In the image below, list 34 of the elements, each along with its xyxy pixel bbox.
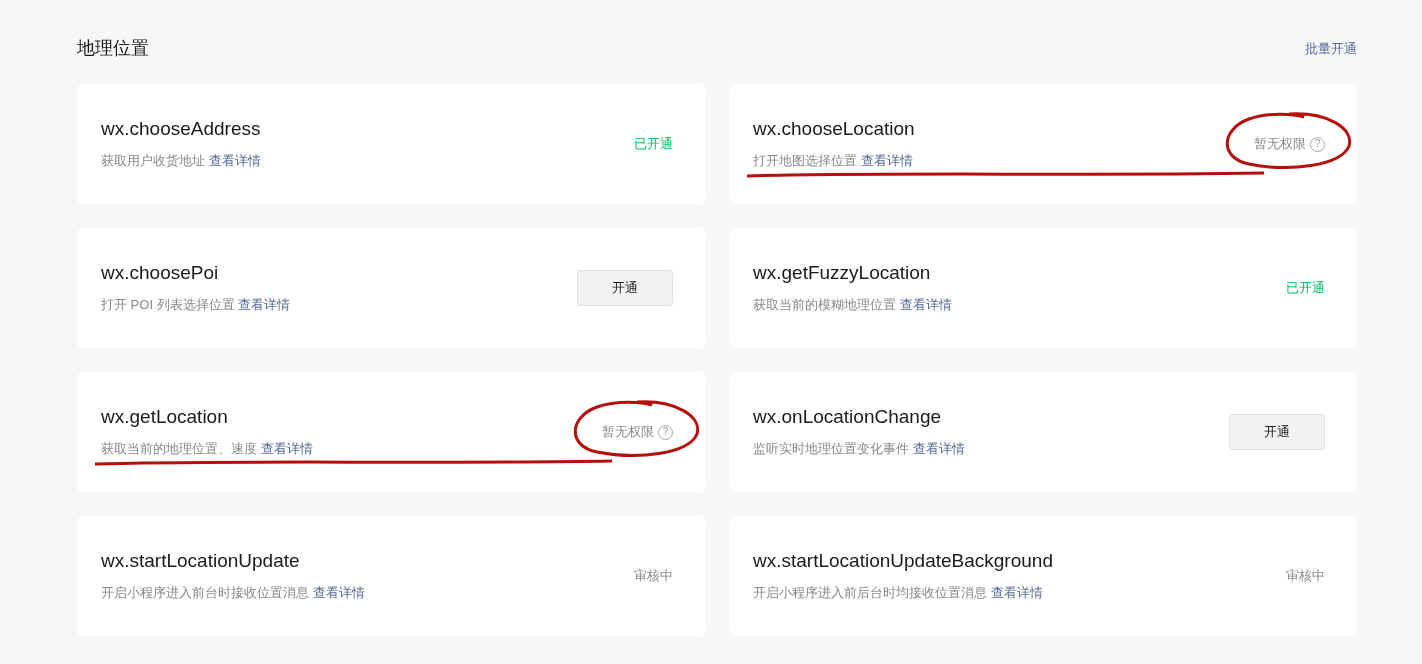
- api-description: 获取用户收货地址 查看详情: [101, 151, 261, 170]
- details-link[interactable]: 查看详情: [990, 584, 1043, 600]
- details-link[interactable]: 查看详情: [899, 296, 952, 312]
- api-name: wx.startLocationUpdateBackground: [753, 549, 1053, 573]
- api-description: 监听实时地理位置变化事件 查看详情: [753, 439, 965, 458]
- api-name: wx.chooseAddress: [101, 117, 261, 141]
- status-reviewing: 审核中: [1286, 567, 1325, 586]
- api-name: wx.startLocationUpdate: [101, 549, 301, 573]
- status-no-permission: 暂无权限: [1254, 135, 1306, 154]
- enable-button[interactable]: 开通: [577, 270, 673, 306]
- details-link[interactable]: 查看详情: [238, 296, 291, 312]
- api-name: wx.getFuzzyLocation: [753, 261, 932, 285]
- api-name: wx.onLocationChange: [753, 405, 943, 429]
- details-link[interactable]: 查看详情: [312, 584, 365, 600]
- enable-button[interactable]: 开通: [1229, 414, 1325, 450]
- api-description: 开启小程序进入前台时接收位置消息 查看详情: [101, 583, 365, 602]
- status-no-permission: 暂无权限: [602, 423, 654, 442]
- details-link[interactable]: 查看详情: [912, 440, 965, 456]
- api-name: wx.chooseLocation: [753, 117, 915, 141]
- status-enabled: 已开通: [1286, 279, 1325, 298]
- api-description: 打开 POI 列表选择位置 查看详情: [101, 295, 291, 314]
- details-link[interactable]: 查看详情: [208, 152, 261, 168]
- api-description: 获取当前的地理位置、速度 查看详情: [101, 439, 313, 458]
- status-reviewing: 审核中: [634, 567, 673, 586]
- api-name: wx.choosePoi: [101, 261, 220, 285]
- details-link[interactable]: 查看详情: [860, 152, 913, 168]
- api-description: 获取当前的模糊地理位置 查看详情: [753, 295, 952, 314]
- api-description: 开启小程序进入前后台时均接收位置消息 查看详情: [753, 583, 1044, 602]
- api-description: 打开地图选择位置 查看详情: [753, 151, 914, 170]
- api-name: wx.getLocation: [101, 405, 229, 429]
- status-enabled: 已开通: [634, 135, 673, 154]
- batch-enable-link[interactable]: 批量开通: [1305, 39, 1357, 59]
- details-link[interactable]: 查看详情: [260, 440, 313, 456]
- section-title: 地理位置: [77, 37, 149, 60]
